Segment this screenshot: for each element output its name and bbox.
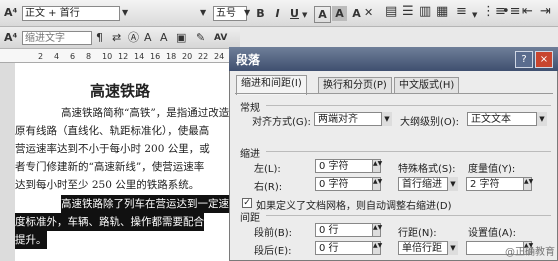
ruler-tick-label: 8	[86, 52, 92, 61]
help-button[interactable]: ?	[515, 51, 533, 68]
ruler-tick-label: 4	[54, 52, 60, 61]
spacing-section-label: 间距	[240, 213, 260, 224]
ruler-tick-label: 10	[102, 52, 113, 61]
indent-section-label: 缩进	[240, 149, 260, 160]
font-size-select[interactable]: 五号	[213, 6, 247, 21]
watermark: @正确教育	[505, 247, 555, 258]
underline-dropdown-icon[interactable]: ▼	[302, 8, 307, 22]
char-shading-button[interactable]: A	[332, 6, 347, 21]
before-label: 段前(B):	[254, 228, 293, 239]
after-spinner[interactable]: ▲▼	[372, 241, 382, 255]
before-spinner[interactable]: ▲▼	[372, 223, 382, 237]
paragraph-line: 高速铁路简称“高铁”，是指通过改造	[61, 107, 230, 119]
right-indent-input[interactable]: 0 字符	[315, 177, 373, 191]
outline-dropdown-icon[interactable]: ▼	[536, 112, 547, 126]
align-center-icon[interactable]: ☰	[402, 5, 414, 19]
before-input[interactable]: 0 行	[315, 223, 373, 237]
ruler-tick-label: 12	[118, 52, 129, 61]
right-indent-label: 右(R):	[254, 182, 283, 193]
decrease-indent-icon[interactable]: ⇤	[522, 5, 533, 19]
char-scale-icon[interactable]: ¶	[96, 31, 103, 45]
ruler-tick-label: 22	[198, 52, 209, 61]
line-spacing-icon[interactable]: ≡	[456, 5, 467, 19]
after-label: 段后(E):	[254, 246, 292, 257]
close-button[interactable]: ×	[535, 51, 553, 68]
alignment-dropdown-icon[interactable]: ▼	[381, 112, 392, 126]
document-margin	[0, 63, 15, 261]
outline-level-select[interactable]: 正文文本	[467, 112, 547, 126]
align-right-icon[interactable]: ▥	[419, 5, 431, 19]
left-indent-spinner[interactable]: ▲▼	[372, 159, 382, 173]
general-divider	[266, 105, 551, 106]
alignment-label: 对齐方式(G):	[252, 117, 311, 128]
shading-icon[interactable]: ▣	[176, 31, 186, 45]
size-dropdown-arrow-icon[interactable]: ▼	[244, 6, 250, 20]
left-indent-label: 左(L):	[254, 164, 281, 175]
horizontal-ruler[interactable]: 2 4 6 8 10 12 14 16 18 20 22 24	[0, 49, 240, 63]
by-value-label: 度量值(Y):	[468, 164, 516, 175]
paragraph-line: 者专门修建新的“高速新线”，使营运速率	[15, 161, 205, 173]
tab-indent-spacing[interactable]: 缩进和间距(I)	[236, 75, 307, 95]
special-format-dropdown-icon[interactable]: ▼	[447, 177, 458, 191]
by-value-spinner[interactable]: ▲▼	[523, 177, 533, 191]
grid-adjust-checkbox[interactable]: ✓	[242, 198, 252, 208]
after-input[interactable]: 0 行	[315, 241, 373, 255]
special-format-label: 特殊格式(S):	[398, 164, 456, 175]
convert-icon[interactable]: ⇄	[112, 31, 121, 45]
tab-line-page-breaks[interactable]: 换行和分页(P)	[318, 77, 392, 94]
char-border-icon[interactable]: A	[160, 31, 168, 45]
selected-paragraph-line: 度标准外，车辆、路轨、操作都需要配合	[15, 213, 204, 231]
outline-level-label: 大纲级别(O):	[400, 117, 460, 128]
dialog-title: 段落	[236, 53, 261, 67]
phonetic-icon[interactable]: A	[144, 31, 152, 45]
ruler-tick-label: 20	[182, 52, 193, 61]
ruler-tick-label: 24	[214, 52, 225, 61]
styles-pane-icon[interactable]: A⁴	[4, 6, 17, 20]
at-value-label: 设置值(A):	[468, 228, 517, 239]
selected-paragraph-line: 提升。	[15, 231, 47, 249]
document-title: 高速铁路	[89, 82, 150, 100]
justify-icon[interactable]: ▦	[436, 5, 448, 19]
style-dropdown-arrow-icon[interactable]: ▼	[122, 6, 128, 20]
paragraph-line: 达到每小时至少 250 公里的铁路系统。	[15, 179, 200, 191]
paragraph-line: 营运速率达到不小于每小时 200 公里，或	[15, 143, 210, 155]
increase-indent-icon[interactable]: ⇥	[540, 5, 551, 19]
formatting-toolbar: A⁴ 正文 + 首行 ▼ 五号 ▼ ▼ B I U ▼ A A A ✕ ▤ ☰ …	[0, 0, 558, 27]
underline-button[interactable]: U	[287, 6, 302, 21]
ruler-tick-label: 6	[70, 52, 76, 61]
line-spacing-dropdown-icon[interactable]: ▼	[447, 241, 458, 255]
highlight-icon[interactable]: ✎	[196, 31, 205, 45]
by-value-input[interactable]: 2 字符	[466, 177, 524, 191]
align-left-icon[interactable]: ▤	[385, 5, 397, 19]
line-spacing-dropdown-icon[interactable]: ▼	[472, 8, 477, 22]
dialog-titlebar[interactable]	[229, 47, 558, 71]
ruler-tick-label: 14	[134, 52, 145, 61]
text-effect-button[interactable]: A	[349, 6, 364, 21]
selected-paragraph-line: 高速铁路除了列车在营运达到一定速	[61, 195, 229, 213]
font-dropdown-arrow-icon[interactable]: ▼	[200, 6, 206, 20]
styles-icon[interactable]: A⁴	[4, 31, 17, 45]
bullets-icon[interactable]: •≡	[502, 5, 521, 19]
left-indent-input[interactable]: 0 字符	[315, 159, 373, 173]
char-spacing-button[interactable]: AV	[214, 31, 227, 45]
spacing-divider	[266, 215, 551, 216]
paragraph-line: 原有线路（直线化、轨距标准化），使最高	[15, 125, 210, 137]
line-spacing-label: 行距(N):	[398, 228, 437, 239]
right-indent-spinner[interactable]: ▲▼	[372, 177, 382, 191]
indent-divider	[266, 151, 551, 152]
general-section-label: 常规	[240, 103, 260, 114]
border-style-select[interactable]: 缩进文字	[22, 31, 92, 45]
italic-button[interactable]: I	[270, 6, 285, 21]
ruler-tick-label: 18	[166, 52, 177, 61]
tab-asian-typography[interactable]: 中文版式(H)	[394, 77, 460, 94]
ruler-tick-label: 2	[38, 52, 44, 61]
enclose-char-icon[interactable]: Ⓐ	[128, 31, 139, 45]
secondary-toolbar: A⁴ 缩进文字 ¶ ⇄ Ⓐ A A ▣ ✎ AV	[0, 27, 240, 49]
effect-dropdown-icon[interactable]: ✕	[364, 6, 373, 20]
style-select[interactable]: 正文 + 首行	[22, 6, 120, 21]
ruler-tick-label: 16	[150, 52, 161, 61]
char-border-button[interactable]: A	[314, 6, 331, 23]
bold-button[interactable]: B	[253, 6, 268, 21]
grid-adjust-label: 如果定义了文档网格，则自动调整右缩进(D)	[256, 201, 452, 212]
